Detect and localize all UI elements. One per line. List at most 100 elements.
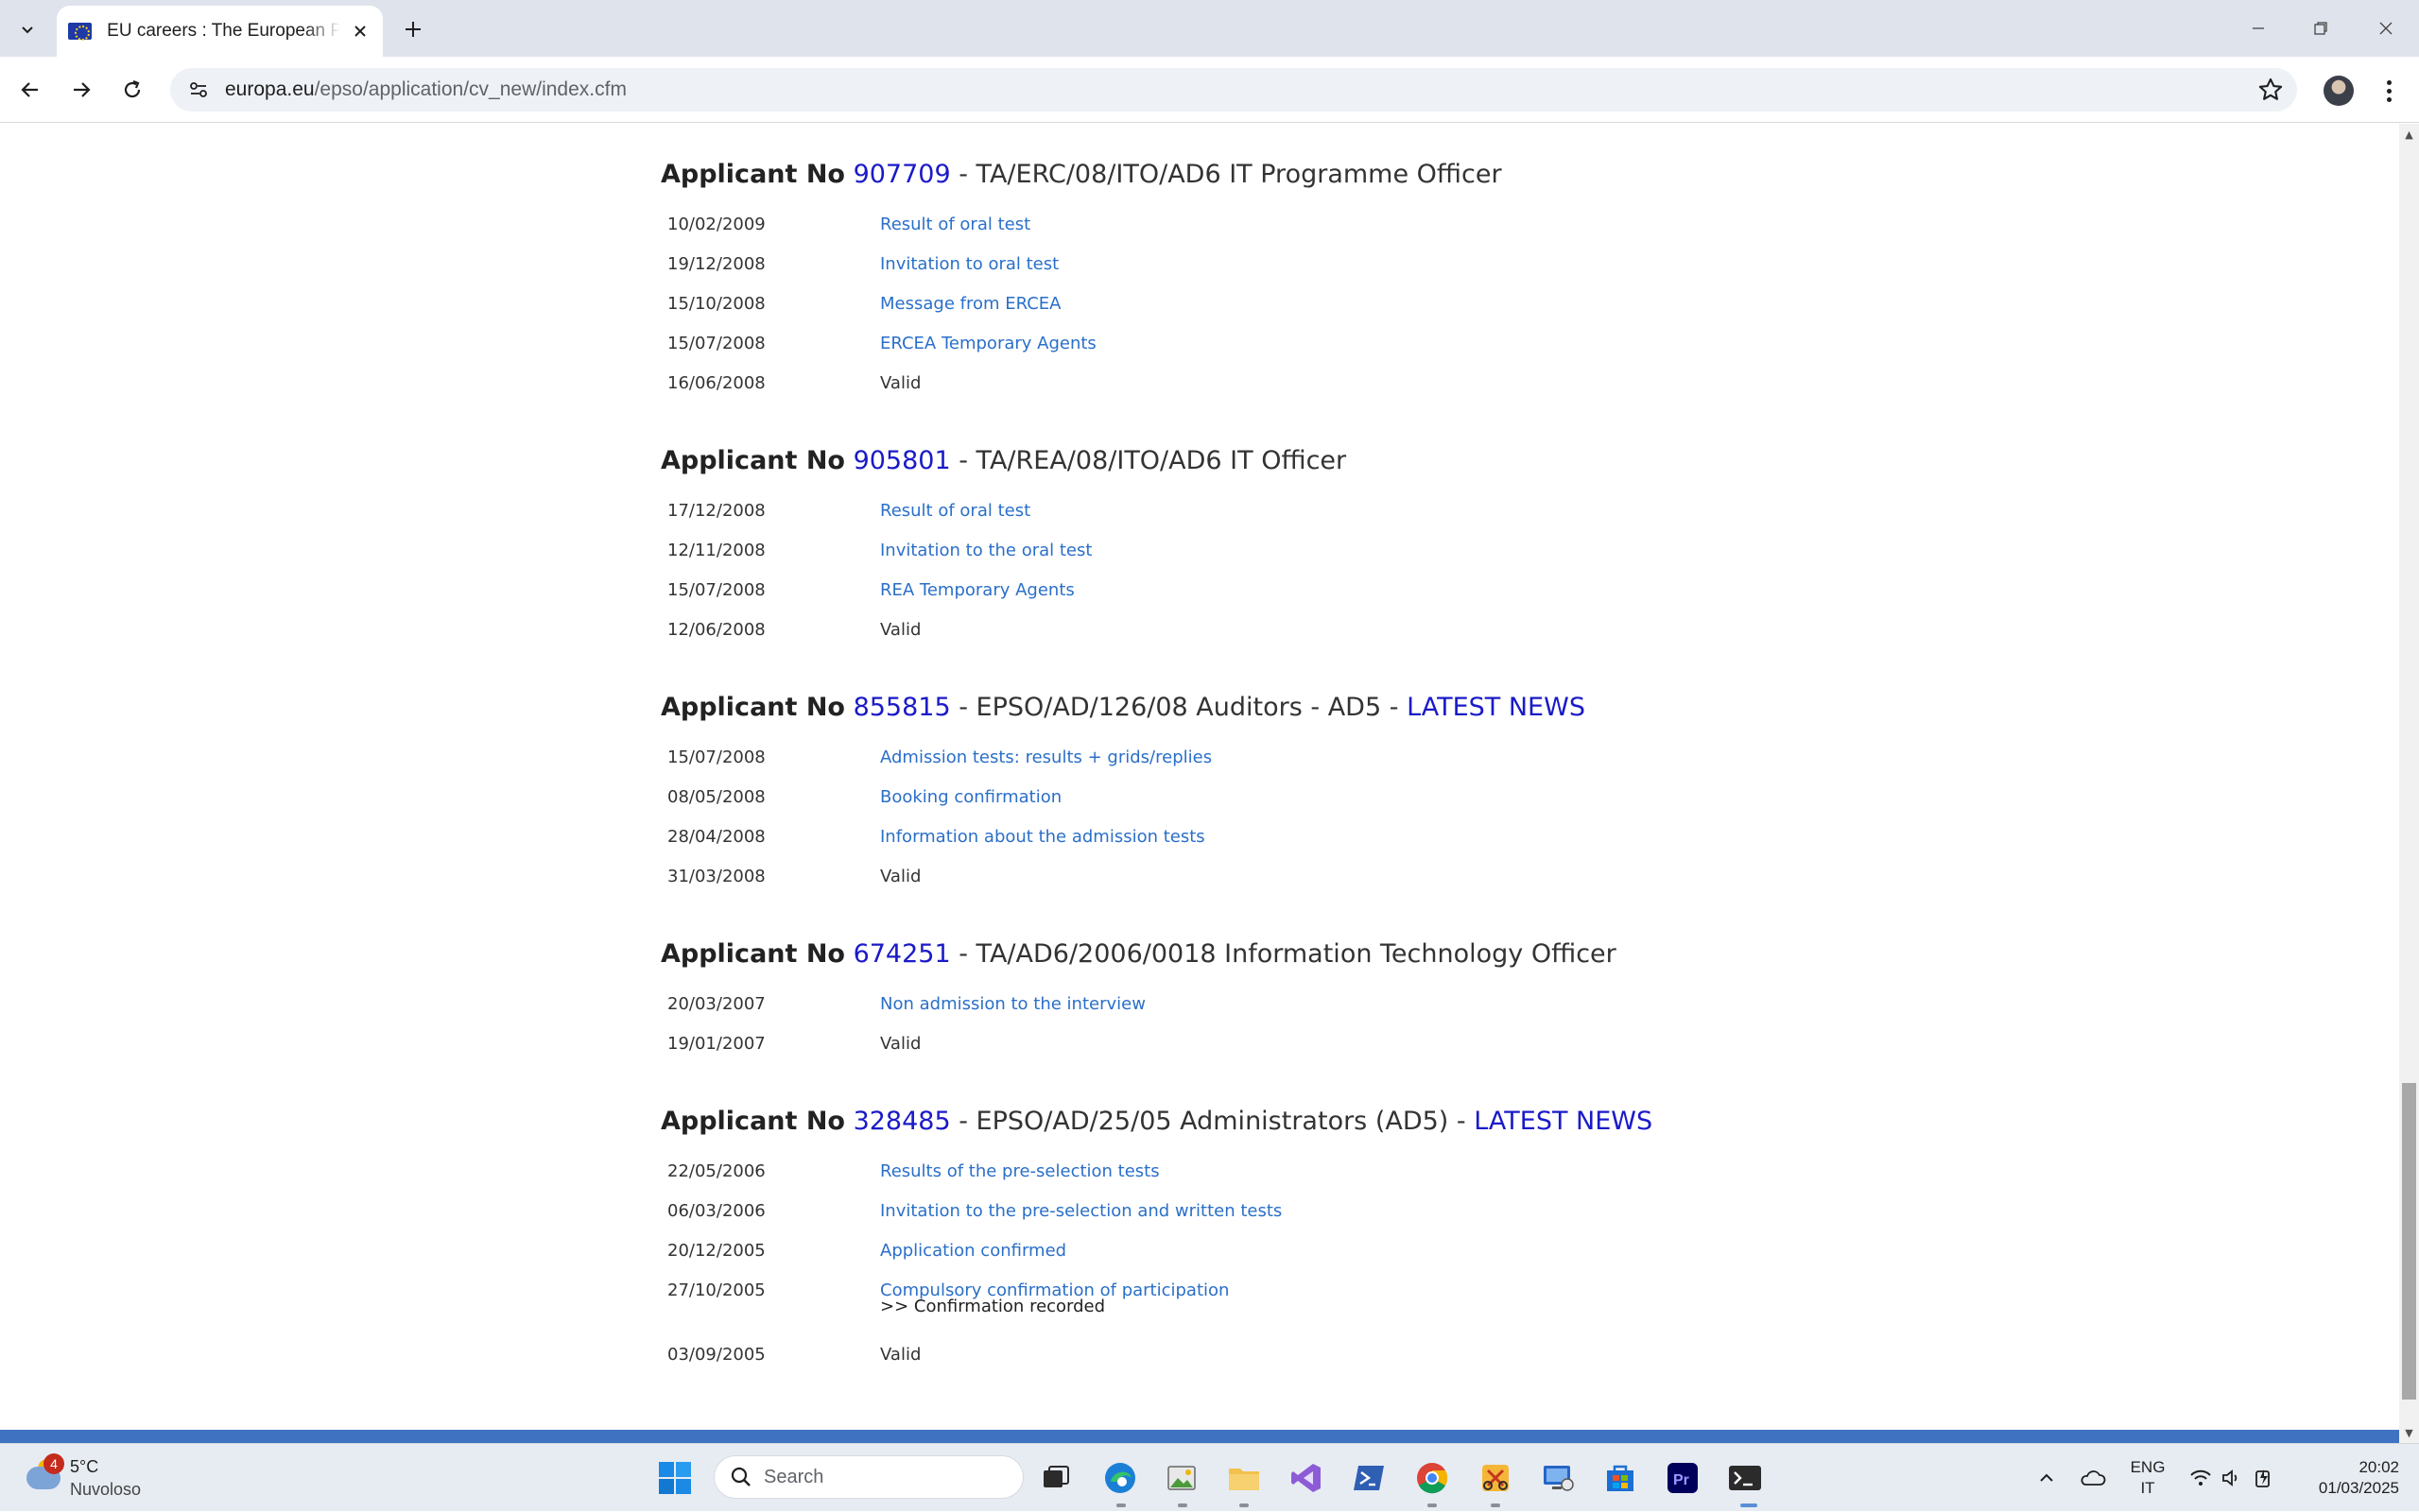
onedrive-tray[interactable] [2076, 1444, 2110, 1512]
taskbar-app-terminal[interactable] [1724, 1457, 1766, 1499]
entry-link[interactable]: Application confirmed [880, 1231, 1066, 1271]
start-button[interactable] [654, 1457, 696, 1499]
network-tray[interactable] [2186, 1444, 2215, 1512]
back-button[interactable] [11, 71, 49, 109]
entry-link[interactable]: REA Temporary Agents [880, 571, 1075, 610]
bookmark-star-icon[interactable] [2257, 77, 2284, 103]
battery-charging-icon [2255, 1469, 2270, 1487]
status-row: 15/10/2008 Message from ERCEA [661, 284, 2079, 324]
scroll-up-arrow-icon[interactable]: ▲ [2399, 126, 2419, 143]
applicant-number-link[interactable]: 674251 [854, 939, 951, 969]
close-window-button[interactable] [2353, 0, 2419, 57]
applicant-number-link[interactable]: 907709 [854, 160, 951, 189]
entry-link[interactable]: Message from ERCEA [880, 284, 1061, 324]
latest-news-link[interactable]: LATEST NEWS [1474, 1107, 1652, 1136]
chrome-icon [1417, 1463, 1448, 1494]
applicant-label: Applicant No [661, 160, 845, 189]
applicant-label: Applicant No [661, 1107, 845, 1136]
url-path: /epso/application/cv_new/index.cfm [314, 78, 627, 100]
entry-link[interactable]: Admission tests: results + grids/replies [880, 738, 1212, 778]
entry-status: Valid [880, 867, 922, 886]
browser-tab[interactable]: EU careers : The European Personnel Sele… [57, 6, 383, 57]
weather-widget[interactable]: 4 5°C Nuvoloso [23, 1453, 155, 1503]
svg-text:Pr: Pr [1673, 1472, 1689, 1488]
applicant-number-link[interactable]: 905801 [854, 446, 951, 475]
folder-icon [1229, 1469, 1259, 1490]
input-language-indicator[interactable]: ENG IT [2125, 1457, 2170, 1499]
store-icon [1607, 1465, 1633, 1491]
chevron-up-icon [2040, 1473, 2053, 1482]
entry-link[interactable]: Invitation to the oral test [880, 531, 1092, 571]
latest-news-link[interactable]: LATEST NEWS [1407, 693, 1585, 722]
entry-link[interactable]: Non admission to the interview [880, 985, 1146, 1024]
taskbar-app-image-editor[interactable] [1161, 1457, 1202, 1499]
restore-button[interactable] [2288, 0, 2354, 57]
taskbar-app-visual-studio[interactable] [1286, 1457, 1327, 1499]
applicant-heading: Applicant No 674251 - TA/AD6/2006/0018 I… [661, 937, 2079, 971]
applicant-heading: Applicant No 328485 - EPSO/AD/25/05 Admi… [661, 1105, 2079, 1139]
entry-link[interactable]: Booking confirmation [880, 778, 1062, 817]
volume-tray[interactable] [2218, 1444, 2246, 1512]
browser-menu-button[interactable] [2377, 74, 2400, 108]
running-indicator [1427, 1503, 1437, 1507]
profile-avatar[interactable] [2324, 76, 2354, 106]
keyboard-layout: IT [2140, 1479, 2155, 1497]
clock[interactable]: 20:02 01/03/2025 [2295, 1457, 2399, 1499]
windows-logo-icon [659, 1462, 691, 1494]
minimize-icon [2253, 27, 2264, 29]
applicant-block: Applicant No 907709 - TA/ERC/08/ITO/AD6 … [661, 158, 2079, 404]
task-view-button[interactable] [1035, 1457, 1077, 1499]
entry-status: Valid [880, 620, 922, 640]
taskbar-app-edge[interactable] [1099, 1457, 1141, 1499]
status-row: 19/12/2008 Invitation to oral test [661, 245, 2079, 284]
status-row: 12/11/2008 Invitation to the oral test [661, 531, 2079, 571]
tab-search-button[interactable] [11, 13, 43, 45]
status-row: 15/07/2008 ERCEA Temporary Agents [661, 324, 2079, 364]
applicant-heading: Applicant No 905801 - TA/REA/08/ITO/AD6 … [661, 444, 2079, 478]
address-bar[interactable]: europa.eu/epso/application/cv_new/index.… [170, 68, 2297, 112]
entry-link[interactable]: Results of the pre-selection tests [880, 1152, 1160, 1192]
visual-studio-icon [1291, 1464, 1321, 1492]
running-indicator [1116, 1503, 1126, 1507]
taskbar-app-file-explorer[interactable] [1223, 1457, 1265, 1499]
status-row: 22/05/2006 Results of the pre-selection t… [661, 1152, 2079, 1192]
weather-temperature: 5°C [70, 1457, 99, 1476]
taskbar-app-powershell[interactable] [1348, 1457, 1390, 1499]
tab-close-button[interactable] [350, 20, 371, 43]
applicant-block: Applicant No 855815 - EPSO/AD/126/08 Aud… [661, 691, 2079, 897]
minimize-button[interactable] [2225, 0, 2291, 57]
clock-time: 20:02 [2359, 1458, 2399, 1476]
competition-title: - EPSO/AD/25/05 Administrators (AD5) - [950, 1107, 1475, 1136]
forward-button[interactable] [62, 71, 100, 109]
entry-link[interactable]: Result of oral test [880, 491, 1030, 531]
search-label: Search [764, 1466, 824, 1487]
entry-date: 16/06/2008 [667, 373, 766, 393]
site-info-icon[interactable] [178, 69, 219, 111]
taskbar-app-store[interactable] [1599, 1457, 1641, 1499]
remote-desktop-icon [1544, 1466, 1574, 1491]
entry-link[interactable]: Invitation to the pre-selection and writ… [880, 1192, 1282, 1231]
entry-date: 28/04/2008 [667, 827, 766, 847]
taskbar-app-premiere[interactable]: Pr [1662, 1457, 1703, 1499]
entry-date: 06/03/2006 [667, 1201, 766, 1221]
applicant-number-link[interactable]: 855815 [854, 693, 951, 722]
taskbar-app-snipping-tool[interactable] [1475, 1457, 1516, 1499]
taskbar-app-remote-desktop[interactable] [1537, 1457, 1579, 1499]
battery-tray[interactable] [2250, 1444, 2278, 1512]
applicant-number-link[interactable]: 328485 [854, 1107, 951, 1136]
entry-link[interactable]: Result of oral test [880, 205, 1030, 245]
entry-link[interactable]: Information about the admission tests [880, 817, 1205, 857]
scroll-down-arrow-icon[interactable]: ▼ [2399, 1424, 2419, 1441]
entry-link[interactable]: Invitation to oral test [880, 245, 1059, 284]
entry-status: Valid [880, 373, 922, 393]
taskbar-search[interactable]: Search [714, 1455, 1024, 1499]
scrollbar-thumb[interactable] [2402, 1083, 2416, 1400]
taskbar-app-chrome[interactable] [1411, 1457, 1453, 1499]
entry-link[interactable]: ERCEA Temporary Agents [880, 324, 1097, 364]
show-hidden-icons-button[interactable] [2034, 1444, 2059, 1512]
entry-date: 20/12/2005 [667, 1241, 766, 1261]
reload-button[interactable] [113, 71, 151, 109]
new-tab-button[interactable] [397, 13, 429, 45]
applicant-heading: Applicant No 907709 - TA/ERC/08/ITO/AD6 … [661, 158, 2079, 192]
applicant-label: Applicant No [661, 939, 845, 969]
